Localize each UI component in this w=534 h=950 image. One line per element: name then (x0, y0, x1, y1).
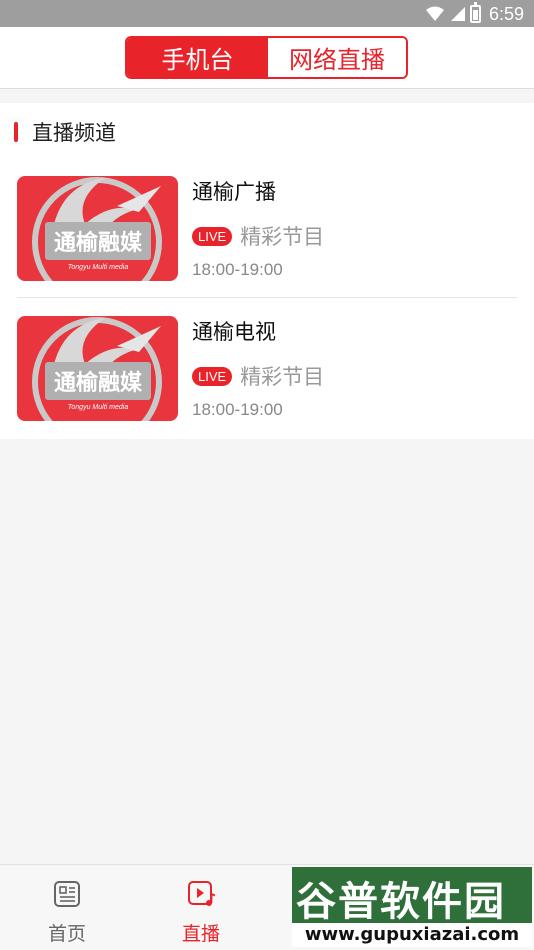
status-time: 6:59 (488, 3, 524, 24)
status-bar: 6:59 (0, 0, 534, 27)
channel-time: 18:00-19:00 (192, 260, 283, 279)
channel-program-row: LIVE 精彩节目 (192, 361, 324, 391)
watermark-url: www.gupuxiazai.com (292, 923, 532, 947)
tab-mobile-station[interactable]: 手机台 (127, 38, 268, 77)
channel-name: 通榆广播 (192, 180, 276, 204)
channel-name: 通榆电视 (192, 320, 276, 344)
channel-type-switch: 手机台 网络直播 (125, 36, 408, 79)
wifi-icon (425, 6, 444, 21)
channel-thumbnail[interactable]: 通榆融媒 Tongyu Multi media (17, 316, 178, 421)
live-channels-section: 直播频道 通榆融媒 Tongyu Multi media 通榆广播 LIVE 精… (0, 103, 534, 439)
tab-web-live[interactable]: 网络直播 (268, 38, 406, 77)
section-accent-bar (14, 122, 18, 142)
battery-icon (469, 2, 481, 23)
thumb-logo-text: 通榆融媒 (54, 370, 143, 396)
news-icon (54, 881, 80, 907)
channel-item[interactable]: 通榆融媒 Tongyu Multi media 通榆广播 LIVE 精彩节目 1… (17, 176, 517, 296)
thumb-logo-subtext: Tongyu Multi media (68, 264, 129, 271)
watermark-title: 谷普软件园 (296, 879, 506, 925)
tongyu-media-logo: 通榆融媒 Tongyu Multi media (17, 316, 178, 421)
channel-time: 18:00-19:00 (192, 400, 283, 419)
channel-item[interactable]: 通榆融媒 Tongyu Multi media 通榆电视 LIVE 精彩节目 1… (17, 316, 517, 436)
thumb-logo-subtext: Tongyu Multi media (68, 404, 129, 411)
section-header: 直播频道 (14, 117, 116, 147)
live-badge: LIVE (192, 366, 233, 386)
status-icons: 6:59 (425, 2, 524, 25)
thumb-logo-text: 通榆融媒 (54, 230, 143, 256)
live-badge: LIVE (192, 226, 233, 246)
nav-item-home[interactable]: 首页 (22, 879, 112, 946)
channel-program: 精彩节目 (240, 365, 325, 389)
channel-program-row: LIVE 精彩节目 (192, 221, 324, 251)
section-title: 直播频道 (32, 121, 116, 145)
live-play-icon (188, 881, 216, 906)
channel-thumbnail[interactable]: 通榆融媒 Tongyu Multi media (17, 176, 178, 281)
channel-program: 精彩节目 (240, 225, 325, 249)
tongyu-media-logo: 通榆融媒 Tongyu Multi media (17, 176, 178, 281)
nav-label-live: 直播 (181, 923, 220, 945)
site-watermark: 谷普软件园 www.gupuxiazai.com (292, 867, 532, 947)
nav-item-live[interactable]: 直播 (156, 879, 246, 946)
top-header: 手机台 网络直播 (0, 27, 534, 89)
signal-icon (450, 7, 465, 21)
nav-label-home: 首页 (47, 923, 86, 945)
channel-divider (17, 297, 517, 298)
